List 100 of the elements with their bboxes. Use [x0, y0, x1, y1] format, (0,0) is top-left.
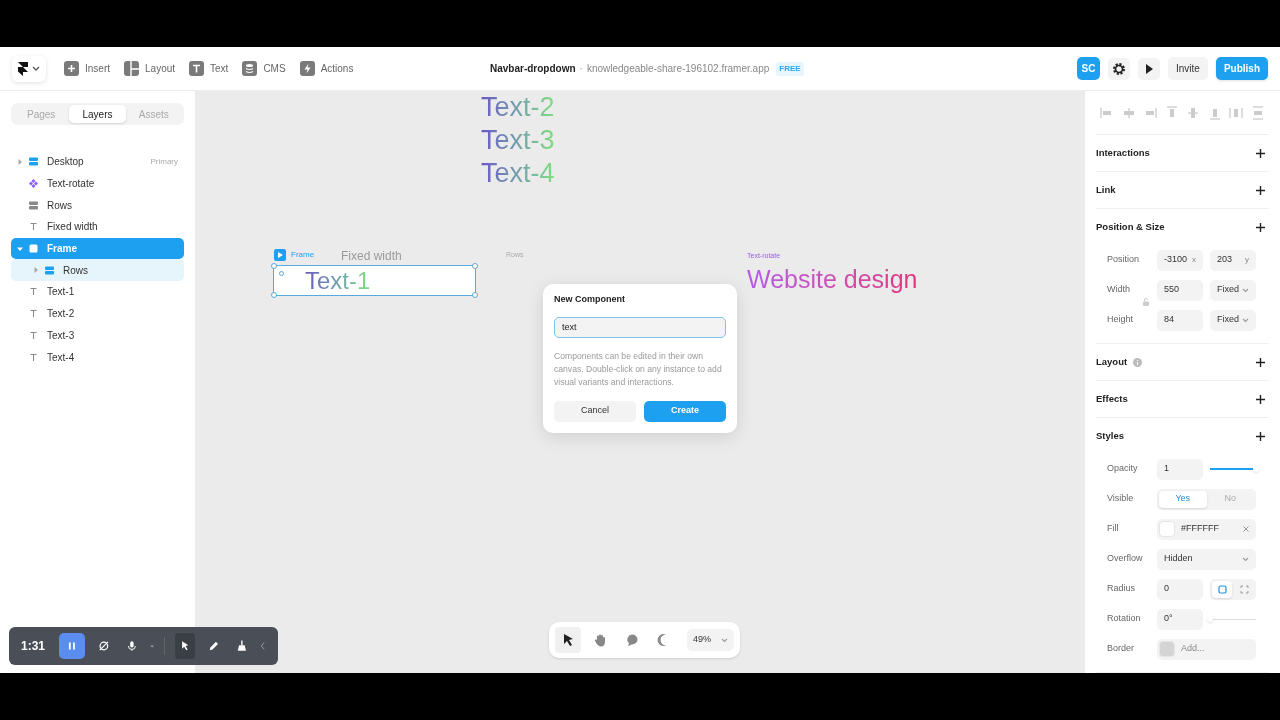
axis-label: x [1192, 254, 1196, 266]
layer-note: Primary [150, 155, 178, 168]
layer-item[interactable]: Desktop Primary [11, 151, 184, 173]
canvas-text: Fixed width [341, 248, 402, 265]
project-domain: knowledgeable-share-196102.framer.app [586, 62, 770, 76]
layer-item[interactable]: Rows [11, 259, 184, 282]
number-field[interactable]: 550 [1157, 279, 1203, 301]
number-field[interactable]: 0 [1157, 578, 1203, 600]
property-label: Overflow [1106, 552, 1144, 566]
recording-time: 1:31 [21, 638, 46, 655]
invite-button[interactable]: Invite [1167, 57, 1208, 80]
cancel-button[interactable]: Cancel [554, 400, 636, 422]
toolbar-button[interactable]: CMS [242, 55, 286, 82]
toolbar-button[interactable]: Layout [124, 55, 176, 82]
layer-name: Fixed width [47, 220, 98, 235]
property-label: Opacity [1106, 462, 1139, 476]
plus-icon[interactable] [1256, 431, 1265, 441]
plan-badge: FREE [776, 61, 804, 76]
layer-item[interactable]: Text-rotate [11, 172, 184, 195]
plus-icon[interactable] [1256, 148, 1265, 158]
text-icon [29, 330, 38, 340]
segment-option[interactable]: Yes [1159, 490, 1207, 508]
number-field[interactable]: 1 [1157, 458, 1203, 480]
field-value: 203 [1217, 253, 1233, 267]
number-field[interactable]: 203 y [1210, 249, 1256, 271]
property-label: Visible [1106, 492, 1135, 506]
layer-item[interactable]: Fixed width [11, 216, 184, 238]
logo-menu-button[interactable] [12, 55, 46, 82]
section-title: Effects [1096, 391, 1128, 406]
text-icon [29, 352, 38, 362]
pointer-icon[interactable] [175, 633, 195, 659]
field-value: -3100 [1164, 253, 1188, 267]
overflow-select[interactable]: Hidden [1157, 548, 1256, 570]
layer-item[interactable]: Rows [11, 194, 184, 217]
layer-name: Text-1 [47, 285, 75, 300]
layer-name: Desktop [47, 155, 84, 170]
layer-item[interactable]: Text-3 [11, 324, 184, 347]
property-label: Border [1106, 642, 1135, 656]
plus-icon[interactable] [1256, 185, 1265, 195]
dialog-title: New Component [554, 293, 626, 306]
play-icon[interactable] [1137, 57, 1160, 80]
pointer-icon[interactable] [555, 627, 581, 653]
project-name: Navbar-dropdown [490, 62, 576, 76]
layout-icon [124, 61, 139, 76]
caret-icon [32, 65, 40, 72]
layer-name: Text-2 [47, 307, 75, 322]
sidebar-tab[interactable]: Layers [69, 105, 126, 123]
toolbar-button[interactable]: Insert [64, 55, 110, 82]
pause-icon[interactable] [59, 633, 85, 659]
toolbar-button[interactable]: Text [189, 55, 229, 82]
property-label: Rotation [1106, 612, 1142, 626]
property-label: Radius [1106, 582, 1136, 596]
stack-icon [45, 265, 54, 275]
layer-item[interactable]: Text-4 [11, 346, 184, 368]
caret-icon[interactable] [150, 643, 155, 649]
number-field[interactable]: 0° [1157, 608, 1203, 630]
layer-name: Text-rotate [47, 177, 95, 192]
collapsed-arrow-icon[interactable] [17, 158, 23, 165]
layer-name: Frame [47, 242, 77, 257]
framer-logo-icon [18, 61, 28, 76]
caret-icon [1242, 556, 1249, 562]
close-icon[interactable] [1243, 526, 1249, 532]
plus-icon[interactable] [1256, 394, 1265, 404]
number-field[interactable]: 84 [1157, 309, 1203, 331]
slider-thumb[interactable] [1253, 465, 1259, 472]
color-field[interactable]: #FFFFFF [1157, 518, 1256, 540]
layer-name: Rows [63, 263, 88, 278]
section-title: Layout [1096, 354, 1128, 369]
chevron-left-icon[interactable] [260, 640, 266, 652]
name-input-field[interactable]: text [554, 316, 726, 338]
play-icon [274, 249, 286, 261]
zoom-select[interactable]: 49% [687, 629, 734, 651]
placeholder-text: Add... [1181, 642, 1205, 656]
plus-icon[interactable] [1256, 222, 1265, 232]
layer-item[interactable]: Text-2 [11, 302, 184, 325]
text-icon [29, 309, 38, 319]
text-icon [189, 61, 205, 76]
section-title: Styles [1096, 428, 1124, 443]
settings-icon[interactable] [1107, 57, 1130, 80]
color-value: #FFFFFF [1181, 522, 1219, 536]
section-title: Position & Size [1096, 219, 1165, 234]
size-mode-select[interactable]: Fixed [1210, 279, 1256, 301]
property-label: Position [1106, 253, 1141, 267]
layer-name: Rows [47, 198, 72, 213]
toolbar-button[interactable]: Actions [299, 55, 354, 82]
collapsed-arrow-icon[interactable] [33, 267, 39, 274]
database-icon [242, 61, 258, 76]
caret-icon [1242, 317, 1249, 323]
radius-mode-button[interactable] [1212, 580, 1232, 598]
number-field[interactable]: -3100 x [1157, 249, 1203, 271]
property-label: Height [1106, 313, 1134, 327]
plus-icon[interactable] [1256, 357, 1265, 367]
layer-item[interactable]: Text-1 [11, 281, 184, 303]
size-mode-select[interactable]: Fixed [1210, 309, 1256, 331]
caret-icon [1242, 287, 1249, 293]
expanded-arrow-icon[interactable] [17, 245, 23, 252]
frame-label: Frame [291, 249, 315, 261]
section-title: Interactions [1096, 145, 1150, 160]
stack-icon [29, 157, 38, 167]
slider-thumb[interactable] [1207, 615, 1213, 622]
